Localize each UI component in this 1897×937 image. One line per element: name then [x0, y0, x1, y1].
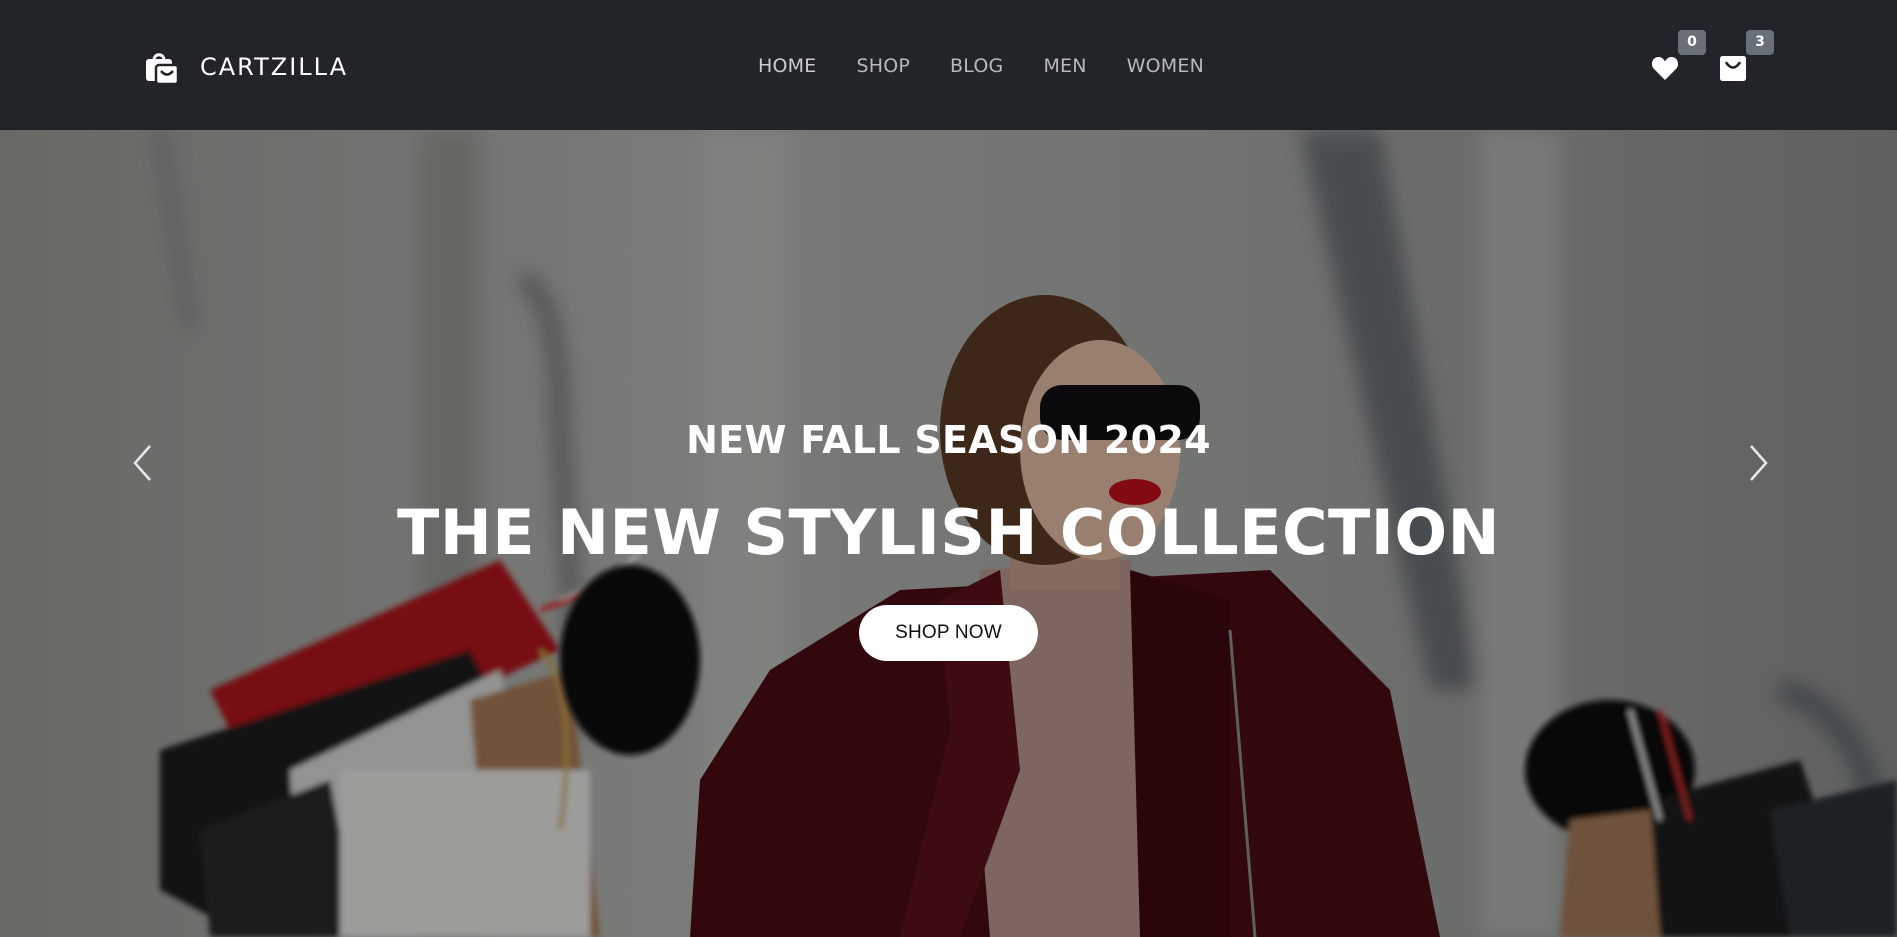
- nav-item-home: HOME: [758, 52, 816, 80]
- brand-logo[interactable]: CARTZILLA: [143, 47, 348, 87]
- nav-item-men: MEN: [1043, 52, 1086, 80]
- nav-link-home[interactable]: HOME: [758, 55, 816, 77]
- nav-link-women[interactable]: WOMEN: [1127, 55, 1204, 77]
- nav-link-men[interactable]: MEN: [1043, 55, 1086, 77]
- brand-name: CARTZILLA: [200, 53, 348, 81]
- hero-title: THE NEW STYLISH COLLECTION: [397, 496, 1500, 569]
- nav-item-blog: BLOG: [950, 52, 1003, 80]
- nav-item-women: WOMEN: [1127, 52, 1204, 80]
- nav-link-blog[interactable]: BLOG: [950, 55, 1003, 77]
- shop-now-button[interactable]: SHOP NOW: [859, 605, 1038, 661]
- nav-link-shop[interactable]: SHOP: [856, 55, 910, 77]
- main-nav: HOME SHOP BLOG MEN WOMEN: [758, 52, 1204, 80]
- shopping-bag-icon: [143, 48, 181, 86]
- nav-item-shop: SHOP: [856, 52, 910, 80]
- hero-subtitle: NEW FALL SEASON 2024: [686, 418, 1211, 462]
- hero-slider: NEW FALL SEASON 2024 THE NEW STYLISH COL…: [0, 130, 1897, 937]
- top-navbar: CARTZILLA HOME SHOP BLOG MEN WOMEN 0 3: [0, 0, 1897, 130]
- heart-icon[interactable]: [1650, 53, 1680, 83]
- cart-bag-icon[interactable]: [1718, 53, 1748, 83]
- cart-count-badge: 3: [1746, 30, 1774, 55]
- header-actions: 0 3: [1640, 30, 1774, 90]
- hero-caption: NEW FALL SEASON 2024 THE NEW STYLISH COL…: [0, 415, 1897, 661]
- wishlist-count-badge: 0: [1678, 30, 1706, 55]
